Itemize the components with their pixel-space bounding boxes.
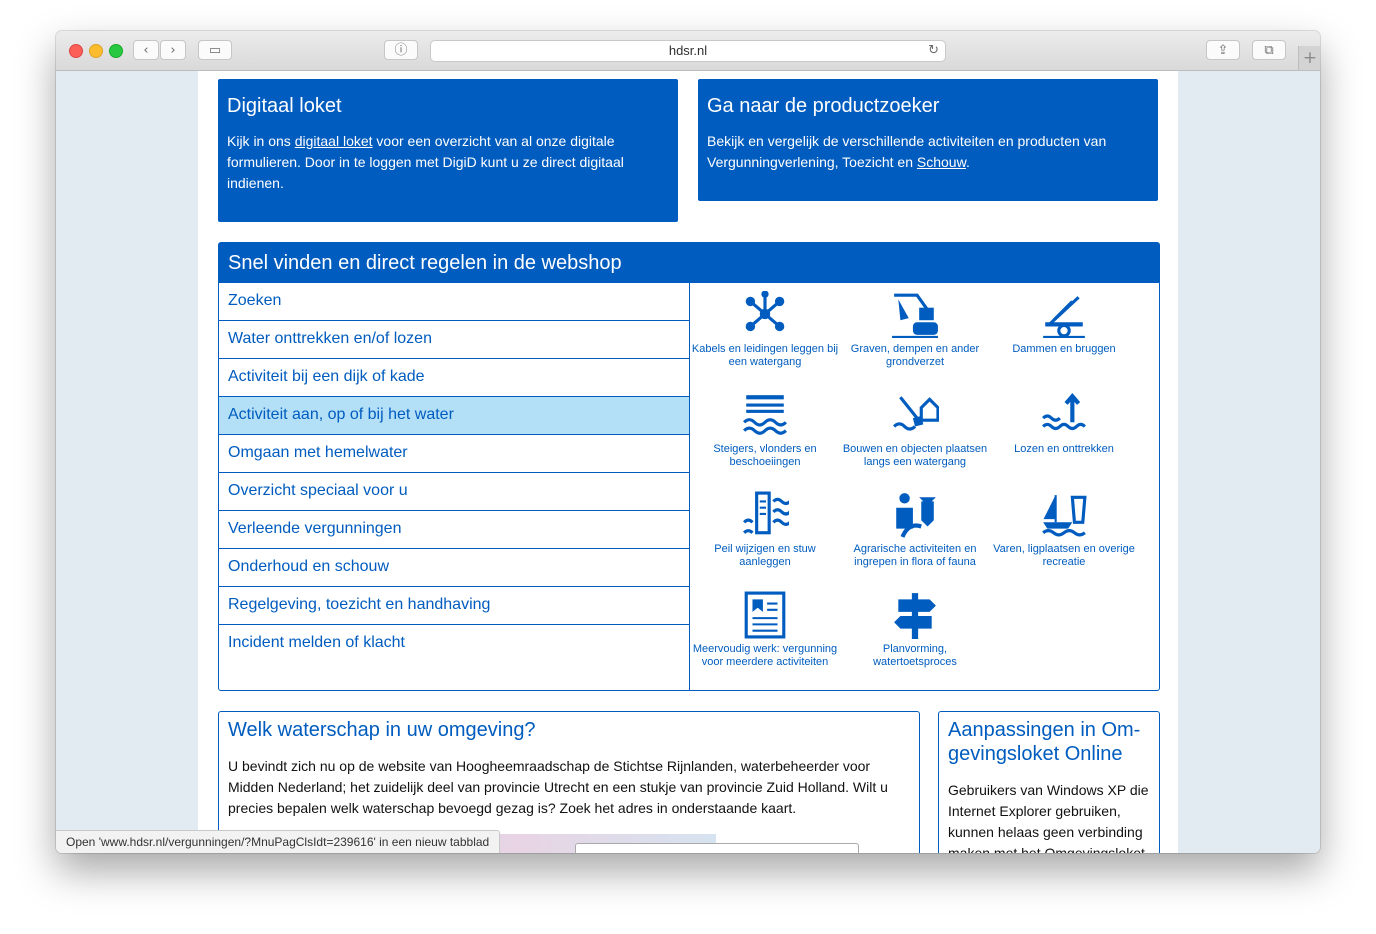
productzoeker-title[interactable]: Ga naar de productzoeker (707, 93, 1149, 119)
status-bar: Open 'www.hdsr.nl/vergunningen/?MnuPagCl… (56, 830, 501, 853)
new-tab-button[interactable]: + (1298, 46, 1320, 70)
digitaal-loket-text: Kijk in ons digitaal loket voor een over… (227, 131, 669, 194)
webshop-tile[interactable]: Kabels en leidingen leggen bij een water… (690, 291, 840, 369)
webshop-tile[interactable]: Agrarische activiteiten en ingrepen in f… (840, 491, 990, 569)
webshop-tile-label: Bouwen en objecten plaatsen langs een wa… (842, 443, 988, 468)
map-search-input[interactable] (575, 843, 859, 853)
productzoeker-text-end: . (965, 154, 970, 170)
webshop-panel: Snel vinden en direct regelen in de webs… (218, 242, 1160, 691)
forward-button[interactable]: › (160, 40, 186, 60)
reader-button[interactable]: ⓘ (384, 40, 418, 60)
webshop-tile[interactable]: Bouwen en objecten plaatsen langs een wa… (840, 391, 990, 469)
plus-icon: + (1302, 48, 1318, 68)
webshop-tile-label: Graven, dempen en ander grondverzet (850, 343, 980, 368)
webshop-menu-item[interactable]: Water onttrekken en/of lozen (219, 321, 689, 359)
webshop-tile-label: Peil wijzigen en stuw aanleggen (714, 543, 816, 568)
water-arrow-icon (989, 391, 1139, 439)
aanpassingen-title[interactable]: Aanpassingen in Om-gevingsloket Online (948, 718, 1150, 766)
webshop-tile-label: Meervoudig werk: vergunning voor meerder… (692, 643, 838, 668)
webshop-tile[interactable]: Lozen en onttrekken (989, 391, 1139, 456)
webshop-menu-item[interactable]: Incident melden of klacht (219, 625, 689, 662)
chevron-right-icon: › (170, 43, 176, 58)
webshop-menu-item[interactable]: Zoeken (219, 283, 689, 321)
webshop-tile-label: Kabels en leidingen leggen bij een water… (691, 343, 839, 368)
water-level-icon (690, 491, 840, 539)
webshop-tile[interactable]: Planvorming, watertoetsproces (840, 591, 990, 669)
boat-icon (989, 491, 1139, 539)
document-icon (690, 591, 840, 639)
webshop-tile[interactable]: Dammen en bruggen (989, 291, 1139, 356)
webshop-tile[interactable]: Steigers, vlonders en beschoeiingen (690, 391, 840, 469)
aanpassingen-card: Aanpassingen in Om-gevingsloket Online G… (938, 711, 1160, 853)
webshop-tile[interactable]: Graven, dempen en ander grondverzet (840, 291, 990, 369)
webshop-menu-item[interactable]: Omgaan met hemelwater (219, 435, 689, 473)
page-content: Digitaal loket Kijk in ons digitaal loke… (198, 71, 1178, 853)
back-button[interactable]: ‹ (133, 40, 159, 60)
digitaal-loket-title: Digitaal loket (227, 95, 342, 117)
webshop-menu-item[interactable]: Regelgeving, toezicht en handhaving (219, 587, 689, 625)
zoom-window-button[interactable] (109, 44, 123, 58)
productzoeker-text-start: Bekijk en vergelijk de verschillende act… (707, 133, 1107, 170)
productzoeker-text: Bekijk en vergelijk de verschillende act… (707, 131, 1149, 173)
chevron-left-icon: ‹ (143, 43, 149, 58)
webshop-menu-item[interactable]: Overzicht speciaal voor u (219, 473, 689, 511)
webshop-tile[interactable]: Peil wijzigen en stuw aanleggen (690, 491, 840, 569)
webshop-menu-item[interactable]: Activiteit bij een dijk of kade (219, 359, 689, 397)
productzoeker-panel[interactable]: Ga naar de productzoeker Bekijk en verge… (698, 79, 1158, 201)
digitaal-loket-panel: Digitaal loket Kijk in ons digitaal loke… (218, 79, 678, 222)
page-viewport: Digitaal loket Kijk in ons digitaal loke… (56, 71, 1320, 853)
farmer-cow-icon (840, 491, 990, 539)
webshop-tile-label: Planvorming, watertoetsproces (873, 643, 957, 668)
webshop-tile[interactable]: Meervoudig werk: vergunning voor meerder… (690, 591, 840, 669)
webshop-menu-item[interactable]: Onderhoud en schouw (219, 549, 689, 587)
webshop-menu-item[interactable]: Activiteit aan, op of bij het water (219, 397, 689, 435)
digitaal-loket-link[interactable]: digitaal loket (295, 133, 373, 149)
webshop-tile[interactable]: Varen, ligplaatsen en overige recreatie (989, 491, 1139, 569)
waterschap-text: U bevindt zich nu op de website van Hoog… (228, 758, 888, 816)
reload-icon[interactable]: ↻ (928, 41, 939, 61)
digitaal-loket-text-start: Kijk in ons (227, 133, 295, 149)
info-icon: ⓘ (394, 43, 408, 58)
share-icon: ⇪ (1217, 43, 1229, 58)
webshop-tile-label: Steigers, vlonders en beschoeiingen (713, 443, 817, 468)
sidebar-button[interactable]: ▭ (198, 40, 232, 60)
sidebar-icon: ▭ (208, 43, 222, 58)
webshop-menu-item[interactable]: Verleende vergunningen (219, 511, 689, 549)
address-bar[interactable]: hdsr.nl ↻ (430, 40, 946, 62)
jetty-icon (690, 391, 840, 439)
close-window-button[interactable] (69, 44, 83, 58)
browser-toolbar: ‹ › ▭ ⓘ hdsr.nl ↻ ⇪ ⧉ + (56, 31, 1320, 71)
webshop-tile-label: Dammen en bruggen (1012, 343, 1116, 355)
tabs-overview-button[interactable]: ⧉ (1252, 40, 1286, 60)
tabs-icon: ⧉ (1264, 43, 1274, 58)
webshop-tile-label: Agrarische activiteiten en ingrepen in f… (853, 543, 977, 568)
minimize-window-button[interactable] (89, 44, 103, 58)
aanpassingen-text: Gebruikers van Windows XP die Internet E… (948, 782, 1149, 853)
webshop-title: Snel vinden en direct regelen in de webs… (219, 243, 1159, 283)
building-shovel-icon (840, 391, 990, 439)
webshop-menu: Zoeken Water onttrekken en/of lozen Activi… (219, 283, 690, 690)
share-button[interactable]: ⇪ (1206, 40, 1240, 60)
signpost-icon (840, 591, 990, 639)
crane-icon (989, 291, 1139, 339)
webshop-tiles: Kabels en leidingen leggen bij een water… (690, 283, 1159, 690)
schouw-link[interactable]: Schouw (917, 154, 966, 170)
waterschap-title: Welk waterschap in uw omgeving? (228, 719, 536, 741)
network-icon (690, 291, 840, 339)
webshop-tile-label: Lozen en onttrekken (1014, 443, 1114, 455)
excavator-icon (840, 291, 990, 339)
url-text: hdsr.nl (668, 43, 708, 58)
browser-window: ‹ › ▭ ⓘ hdsr.nl ↻ ⇪ ⧉ + Digitaal loket K… (56, 31, 1320, 853)
webshop-tile-label: Varen, ligplaatsen en overige recreatie (993, 543, 1135, 568)
